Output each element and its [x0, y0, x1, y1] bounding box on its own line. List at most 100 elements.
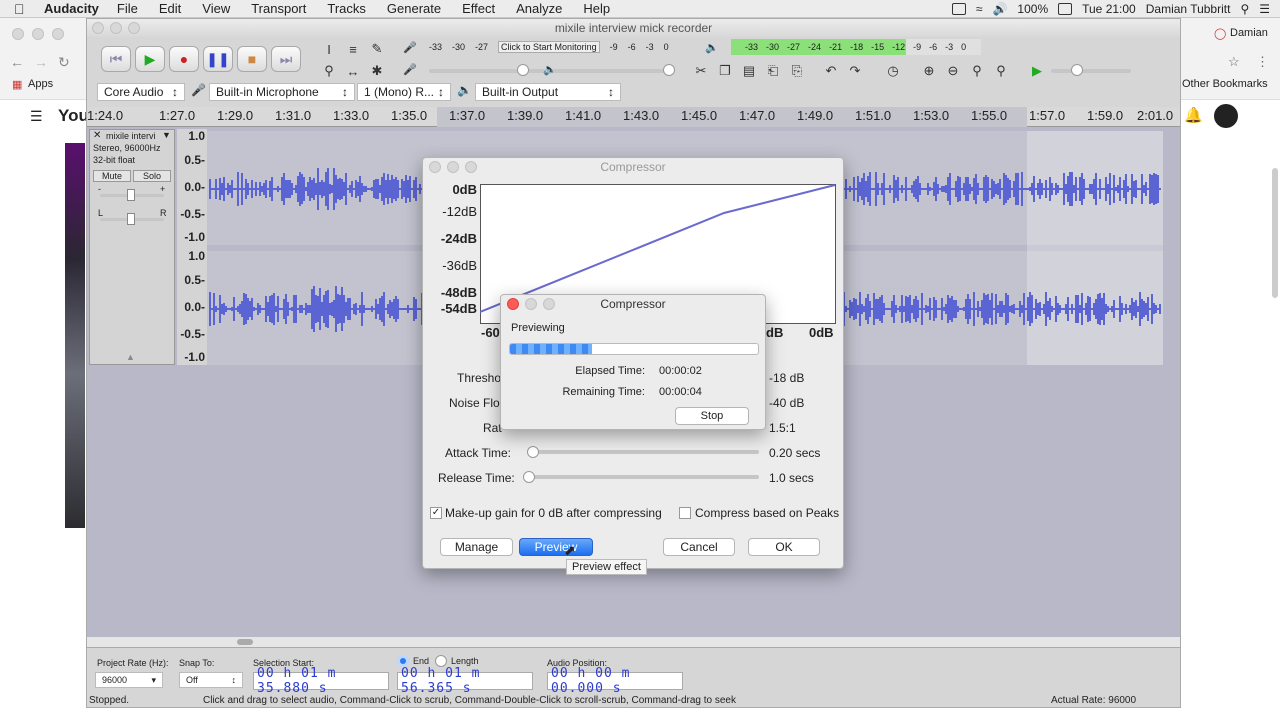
manage-button[interactable]: Manage [440, 538, 513, 556]
play-speed-slider[interactable] [1051, 69, 1131, 73]
mute-button[interactable]: Mute [93, 170, 131, 182]
menu-file[interactable]: File [117, 1, 138, 16]
preview-button[interactable]: Preview [519, 538, 593, 556]
play-at-speed-icon[interactable]: ▶ [1027, 61, 1047, 81]
other-bookmarks[interactable]: Other Bookmarks [1182, 78, 1268, 90]
track-control-panel[interactable]: ✕ mixile intervi ▼ Stereo, 96000Hz 32-bi… [89, 129, 175, 365]
play-volume-knob[interactable] [663, 64, 675, 76]
youtube-logo[interactable]: You [58, 106, 89, 126]
cut-icon[interactable]: ✂ [691, 61, 711, 81]
track-menu-chevron-icon[interactable]: ▼ [162, 130, 171, 140]
menubar-clock[interactable]: Tue 21:00 [1082, 2, 1136, 16]
forward-icon[interactable]: → [34, 54, 48, 70]
sync-lock-icon[interactable]: ◷ [883, 61, 903, 81]
ok-button[interactable]: OK [748, 538, 820, 556]
zoom-in-icon[interactable]: ⊕ [919, 61, 939, 81]
skip-end-button[interactable]: ⏭ [271, 46, 301, 72]
attack-slider[interactable] [527, 450, 759, 454]
gain-knob[interactable] [127, 189, 135, 201]
wifi-icon[interactable]: ≈ [976, 2, 983, 16]
play-speed-knob[interactable] [1071, 64, 1083, 76]
scroll-thumb[interactable] [237, 639, 253, 645]
menu-analyze[interactable]: Analyze [516, 1, 562, 16]
aud-close-button[interactable] [92, 22, 104, 34]
close-window-button[interactable] [12, 28, 24, 40]
fit-project-icon[interactable]: ⚲ [991, 61, 1011, 81]
video-thumbnail[interactable] [65, 143, 85, 528]
project-rate-select[interactable]: 96000 ▾ [95, 672, 163, 688]
stop-preview-button[interactable]: Stop [675, 407, 749, 425]
search-icon[interactable]: ⚲ [1240, 2, 1249, 16]
redo-icon[interactable]: ↷ [845, 61, 865, 81]
page-scrollbar[interactable] [1272, 168, 1278, 298]
rec-meter-mic-icon[interactable]: 🎤 [403, 41, 417, 54]
list-icon[interactable]: ☰ [1259, 2, 1270, 16]
menu-transport[interactable]: Transport [251, 1, 306, 16]
envelope-tool-icon[interactable]: ≡ [343, 39, 363, 59]
pan-knob[interactable] [127, 213, 135, 225]
bookmark-apps[interactable]: Apps [28, 78, 53, 90]
apple-icon[interactable]:  [14, 1, 32, 17]
release-knob[interactable] [523, 471, 535, 483]
selection-end-field[interactable]: 00 h 01 m 56.365 s [397, 666, 533, 696]
play-meter[interactable]: -33 -30 -27 -24 -21 -18 -15 -12 -9 -6 -3… [731, 39, 981, 55]
app-menu[interactable]: Audacity [44, 1, 99, 16]
channels-select[interactable]: 1 (Mono) R... ↕ [357, 83, 451, 101]
trim-icon[interactable]: ⎗ [763, 61, 783, 81]
profile-icon[interactable]: ◯ [1214, 27, 1226, 40]
selection-tool-icon[interactable]: I [319, 39, 339, 59]
play-device-select[interactable]: Built-in Output ↕ [475, 83, 621, 101]
aud-zoom-button[interactable] [128, 22, 140, 34]
hamburger-icon[interactable]: ☰ [30, 108, 43, 125]
start-monitoring-label[interactable]: Click to Start Monitoring [498, 41, 600, 53]
menu-view[interactable]: View [202, 1, 230, 16]
multi-tool-icon[interactable]: ✱ [367, 61, 387, 81]
peaks-checkbox[interactable] [679, 507, 691, 519]
back-icon[interactable]: ← [10, 54, 24, 70]
copy-icon[interactable]: ❐ [715, 61, 735, 81]
timeshift-tool-icon[interactable]: ↔ [343, 61, 363, 81]
menu-edit[interactable]: Edit [159, 1, 181, 16]
star-icon[interactable]: ☆ [1228, 54, 1240, 70]
menu-help[interactable]: Help [583, 1, 610, 16]
makeup-checkbox[interactable]: ✓ [430, 507, 442, 519]
play-meter-speaker-icon[interactable]: 🔈 [705, 41, 719, 54]
selection-start-field[interactable]: 00 h 01 m 35.880 s [253, 666, 389, 696]
fit-selection-icon[interactable]: ⚲ [967, 61, 987, 81]
track-name[interactable]: mixile intervi [106, 131, 156, 141]
menu-icon[interactable]: ⋮ [1256, 54, 1269, 70]
rec-meter-scale[interactable]: -33 -30 -27 Click to Start Monitoring -9… [429, 40, 679, 54]
zoom-window-button[interactable] [52, 28, 64, 40]
record-button[interactable]: ● [169, 46, 199, 72]
progress-close-button[interactable] [507, 298, 519, 310]
reload-icon[interactable]: ↻ [58, 54, 70, 71]
stop-button[interactable]: ■ [237, 46, 267, 72]
compressor-zoom-button[interactable] [465, 161, 477, 173]
snap-select[interactable]: Off ↕ [179, 672, 243, 688]
cancel-button[interactable]: Cancel [663, 538, 735, 556]
avatar[interactable] [1214, 104, 1238, 128]
rec-device-select[interactable]: Built-in Microphone ↕ [209, 83, 355, 101]
profile-name[interactable]: Damian [1230, 27, 1268, 39]
horizontal-scrollbar[interactable] [87, 637, 1180, 647]
solo-button[interactable]: Solo [133, 170, 171, 182]
rec-volume-knob[interactable] [517, 64, 529, 76]
progress-minimize-button[interactable] [525, 298, 537, 310]
paste-icon[interactable]: ▤ [739, 61, 759, 81]
aud-minimize-button[interactable] [110, 22, 122, 34]
menu-effect[interactable]: Effect [462, 1, 495, 16]
track-close-icon[interactable]: ✕ [93, 130, 101, 141]
timeline-ruler[interactable]: 1:24.0 1:27.0 1:29.0 1:31.0 1:33.0 1:35.… [87, 107, 1180, 127]
zoom-out-icon[interactable]: ⊖ [943, 61, 963, 81]
volume-icon[interactable]: 🔊 [992, 2, 1007, 16]
release-slider[interactable] [527, 475, 759, 479]
pause-button[interactable]: ❚❚ [203, 46, 233, 72]
minimize-window-button[interactable] [32, 28, 44, 40]
camera-icon[interactable] [951, 3, 966, 15]
compressor-minimize-button[interactable] [447, 161, 459, 173]
silence-icon[interactable]: ⎘ [787, 61, 807, 81]
play-button[interactable]: ▶ [135, 46, 165, 72]
progress-zoom-button[interactable] [543, 298, 555, 310]
undo-icon[interactable]: ↶ [821, 61, 841, 81]
draw-tool-icon[interactable]: ✎ [367, 39, 387, 59]
